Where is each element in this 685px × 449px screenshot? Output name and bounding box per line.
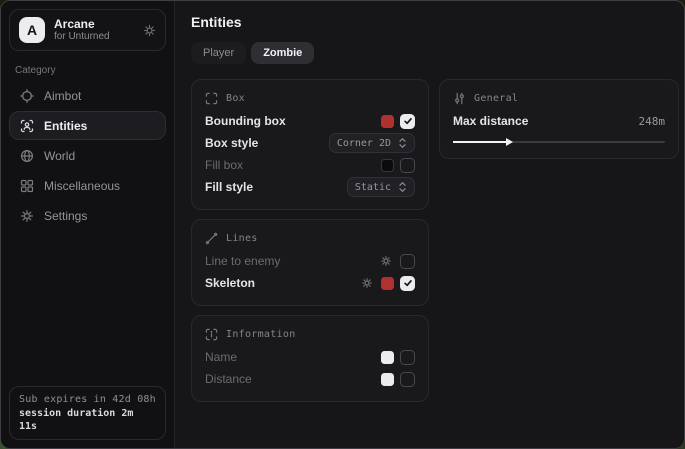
setting-row-max-distance: Max distance 248m (453, 110, 665, 132)
setting-label: Fill style (205, 180, 253, 194)
color-swatch[interactable] (381, 373, 394, 386)
diagonal-line-icon (205, 232, 218, 245)
gear-icon (20, 209, 34, 223)
setting-label: Distance (205, 372, 252, 386)
sidebar-item-aimbot[interactable]: Aimbot (9, 81, 166, 110)
color-swatch[interactable] (381, 277, 394, 290)
max-distance-value: 248m (639, 115, 666, 128)
sidebar-item-label: Miscellaneous (44, 179, 120, 193)
unfold-icon (398, 137, 407, 149)
skeleton-checkbox[interactable] (400, 276, 415, 291)
app-name: Arcane (54, 17, 110, 31)
card-title: Lines (226, 233, 258, 244)
color-swatch[interactable] (381, 115, 394, 128)
row-settings-gear-icon[interactable] (380, 255, 392, 267)
setting-label: Fill box (205, 158, 243, 172)
setting-label: Max distance (453, 114, 528, 128)
sidebar-item-label: Aimbot (44, 89, 81, 103)
brand-card: A Arcane for Unturned (9, 9, 166, 51)
session-duration-text: session duration 2m 11s (19, 407, 156, 433)
setting-row-bounding-box: Bounding box (205, 110, 415, 132)
setting-label: Name (205, 350, 237, 364)
general-card: General Max distance 248m (439, 79, 679, 159)
lines-card: Lines Line to enemy (191, 219, 429, 306)
crosshair-icon (20, 89, 34, 103)
tab-zombie[interactable]: Zombie (251, 42, 314, 64)
sidebar-item-label: World (44, 149, 75, 163)
sliders-icon (453, 92, 466, 105)
app-logo: A (19, 17, 45, 43)
tab-player[interactable]: Player (191, 42, 246, 64)
setting-row-distance: Distance (205, 368, 415, 390)
card-title: Information (226, 329, 296, 340)
information-card: Information Name Distance (191, 315, 429, 402)
subscription-status-card: Sub expires in 42d 08h session duration … (9, 386, 166, 440)
setting-row-fill-box: Fill box (205, 154, 415, 176)
max-distance-slider[interactable] (453, 137, 665, 147)
setting-row-skeleton: Skeleton (205, 272, 415, 294)
app-window: A Arcane for Unturned Category (0, 0, 685, 449)
setting-row-name: Name (205, 346, 415, 368)
sidebar-nav: Aimbot Entities (9, 81, 166, 230)
sidebar-item-world[interactable]: World (9, 141, 166, 170)
card-title: Box (226, 93, 245, 104)
box-card: Box Bounding box Box style (191, 79, 429, 210)
sidebar-item-miscellaneous[interactable]: Miscellaneous (9, 171, 166, 200)
entities-icon (20, 119, 34, 133)
slider-fill-thumb[interactable] (453, 141, 506, 143)
grid-icon (20, 179, 34, 193)
scan-brackets-icon (205, 92, 218, 105)
distance-checkbox[interactable] (400, 372, 415, 387)
globe-icon (20, 149, 34, 163)
color-swatch[interactable] (381, 159, 394, 172)
sub-expiry-text: Sub expires in 42d 08h (19, 393, 156, 407)
main-panel: Entities Player Zombie (175, 1, 685, 448)
setting-row-box-style: Box style Corner 2D (205, 132, 415, 154)
sync-icon[interactable] (143, 24, 156, 37)
sidebar-item-settings[interactable]: Settings (9, 201, 166, 230)
sidebar-item-label: Entities (44, 119, 87, 133)
name-checkbox[interactable] (400, 350, 415, 365)
box-style-dropdown[interactable]: Corner 2D (329, 133, 415, 153)
row-settings-gear-icon[interactable] (361, 277, 373, 289)
setting-row-line-to-enemy: Line to enemy (205, 250, 415, 272)
line-to-enemy-checkbox[interactable] (400, 254, 415, 269)
unfold-icon (398, 181, 407, 193)
setting-label: Box style (205, 136, 258, 150)
dropdown-value: Corner 2D (337, 138, 391, 149)
brand-text: Arcane for Unturned (54, 17, 110, 43)
sidebar-item-entities[interactable]: Entities (9, 111, 166, 140)
dropdown-value: Static (355, 182, 391, 193)
content-area: Box Bounding box Box style (191, 79, 679, 402)
page-title: Entities (191, 14, 679, 30)
setting-row-fill-style: Fill style Static (205, 176, 415, 198)
info-scan-icon (205, 328, 218, 341)
fill-style-dropdown[interactable]: Static (347, 177, 415, 197)
sidebar-item-label: Settings (44, 209, 87, 223)
setting-label: Skeleton (205, 276, 255, 290)
entity-tabs: Player Zombie (191, 42, 679, 64)
setting-label: Bounding box (205, 114, 286, 128)
fill-box-checkbox[interactable] (400, 158, 415, 173)
category-label: Category (15, 65, 160, 76)
card-title: General (474, 93, 518, 104)
sidebar: A Arcane for Unturned Category (1, 1, 175, 448)
color-swatch[interactable] (381, 351, 394, 364)
app-subtitle: for Unturned (54, 31, 110, 43)
bounding-box-checkbox[interactable] (400, 114, 415, 129)
setting-label: Line to enemy (205, 254, 280, 268)
